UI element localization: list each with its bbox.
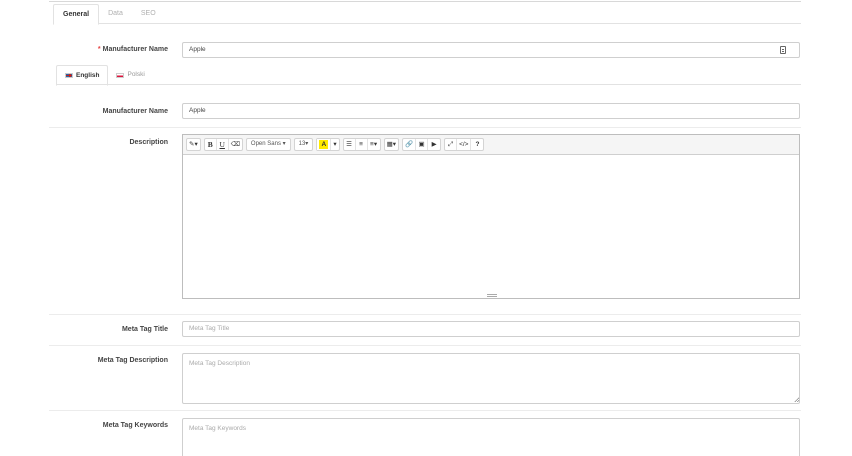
color-group: A ▾ [316,138,340,151]
link-button[interactable]: 🔗 [403,139,417,150]
tab-seo[interactable]: SEO [132,4,165,24]
divider [49,127,801,128]
tab-language-polski[interactable]: Polski [108,65,152,85]
color-dropdown-caret[interactable]: ▾ [331,139,338,150]
editor-resize-handle[interactable] [487,294,497,297]
text-color-button[interactable]: A [317,139,332,150]
font-size-group: 13▾ [293,138,314,151]
meta-keywords-label: Meta Tag Keywords [102,422,168,429]
align-dropdown[interactable]: ≡▾ [368,139,380,150]
image-button[interactable]: ▣ [416,139,429,150]
meta-title-label: Meta Tag Title [121,326,168,333]
language-tabs: English Polski [56,65,801,86]
help-button[interactable]: ? [471,139,483,150]
manufacturer-name-label: * Manufacturer Name [97,46,168,53]
meta-title-input[interactable]: Meta Tag Title [182,321,800,337]
flag-pl-icon [116,72,125,78]
editor-toolbar: ✎▾ B U ⌫ Open Sans ▾ 13▾ A ▾ ☰ ≡ ≡▾ ▦▾ 🔗… [183,135,799,155]
tab-language-english[interactable]: English [56,65,109,86]
style-group: ✎▾ [186,138,201,151]
manufacturer-name-input[interactable]: Apple [182,42,800,58]
ordered-list-button[interactable]: ≡ [356,139,368,150]
clear-format-button[interactable]: ⌫ [229,139,242,150]
font-family-group: Open Sans ▾ [245,138,291,151]
divider [49,410,801,411]
meta-keywords-textarea[interactable]: Meta Tag Keywords [182,418,800,456]
unordered-list-button[interactable]: ☰ [344,139,356,150]
main-tabs: General Data SEO [53,4,801,25]
description-label: Description [129,139,168,146]
meta-description-label: Meta Tag Description [97,357,168,364]
lang-manufacturer-name-label: Manufacturer Name [102,108,168,115]
font-family-dropdown[interactable]: Open Sans ▾ [247,139,290,150]
required-mark: * [97,46,101,53]
view-group: ⤢ </> ? [444,138,485,151]
table-group: ▦▾ [383,138,399,151]
editor-content-area[interactable] [183,155,799,298]
description-editor: ✎▾ B U ⌫ Open Sans ▾ 13▾ A ▾ ☰ ≡ ≡▾ ▦▾ 🔗… [182,134,800,299]
document-icon[interactable] [780,46,786,54]
flag-uk-icon [65,73,73,78]
table-dropdown[interactable]: ▦▾ [385,139,398,150]
style-button[interactable]: ✎▾ [187,139,200,150]
meta-description-textarea[interactable]: Meta Tag Description [182,353,800,404]
video-button[interactable]: ▶ [428,139,440,150]
textarea-resize-grip[interactable] [794,397,799,402]
tab-general[interactable]: General [53,4,100,25]
divider [49,314,801,315]
font-style-group: B U ⌫ [203,138,243,151]
fullscreen-button[interactable]: ⤢ [445,139,458,150]
divider [49,345,801,346]
top-divider [49,1,801,2]
bold-button[interactable]: B [205,139,217,150]
highlight-letter: A [319,140,329,149]
insert-group: 🔗 ▣ ▶ [401,138,442,151]
lang-manufacturer-name-input[interactable]: Apple [182,103,800,119]
code-view-button[interactable]: </> [457,139,472,150]
font-size-dropdown[interactable]: 13▾ [295,139,313,150]
paragraph-group: ☰ ≡ ≡▾ [342,138,381,151]
tab-data[interactable]: Data [99,4,132,24]
underline-button[interactable]: U [217,139,229,150]
